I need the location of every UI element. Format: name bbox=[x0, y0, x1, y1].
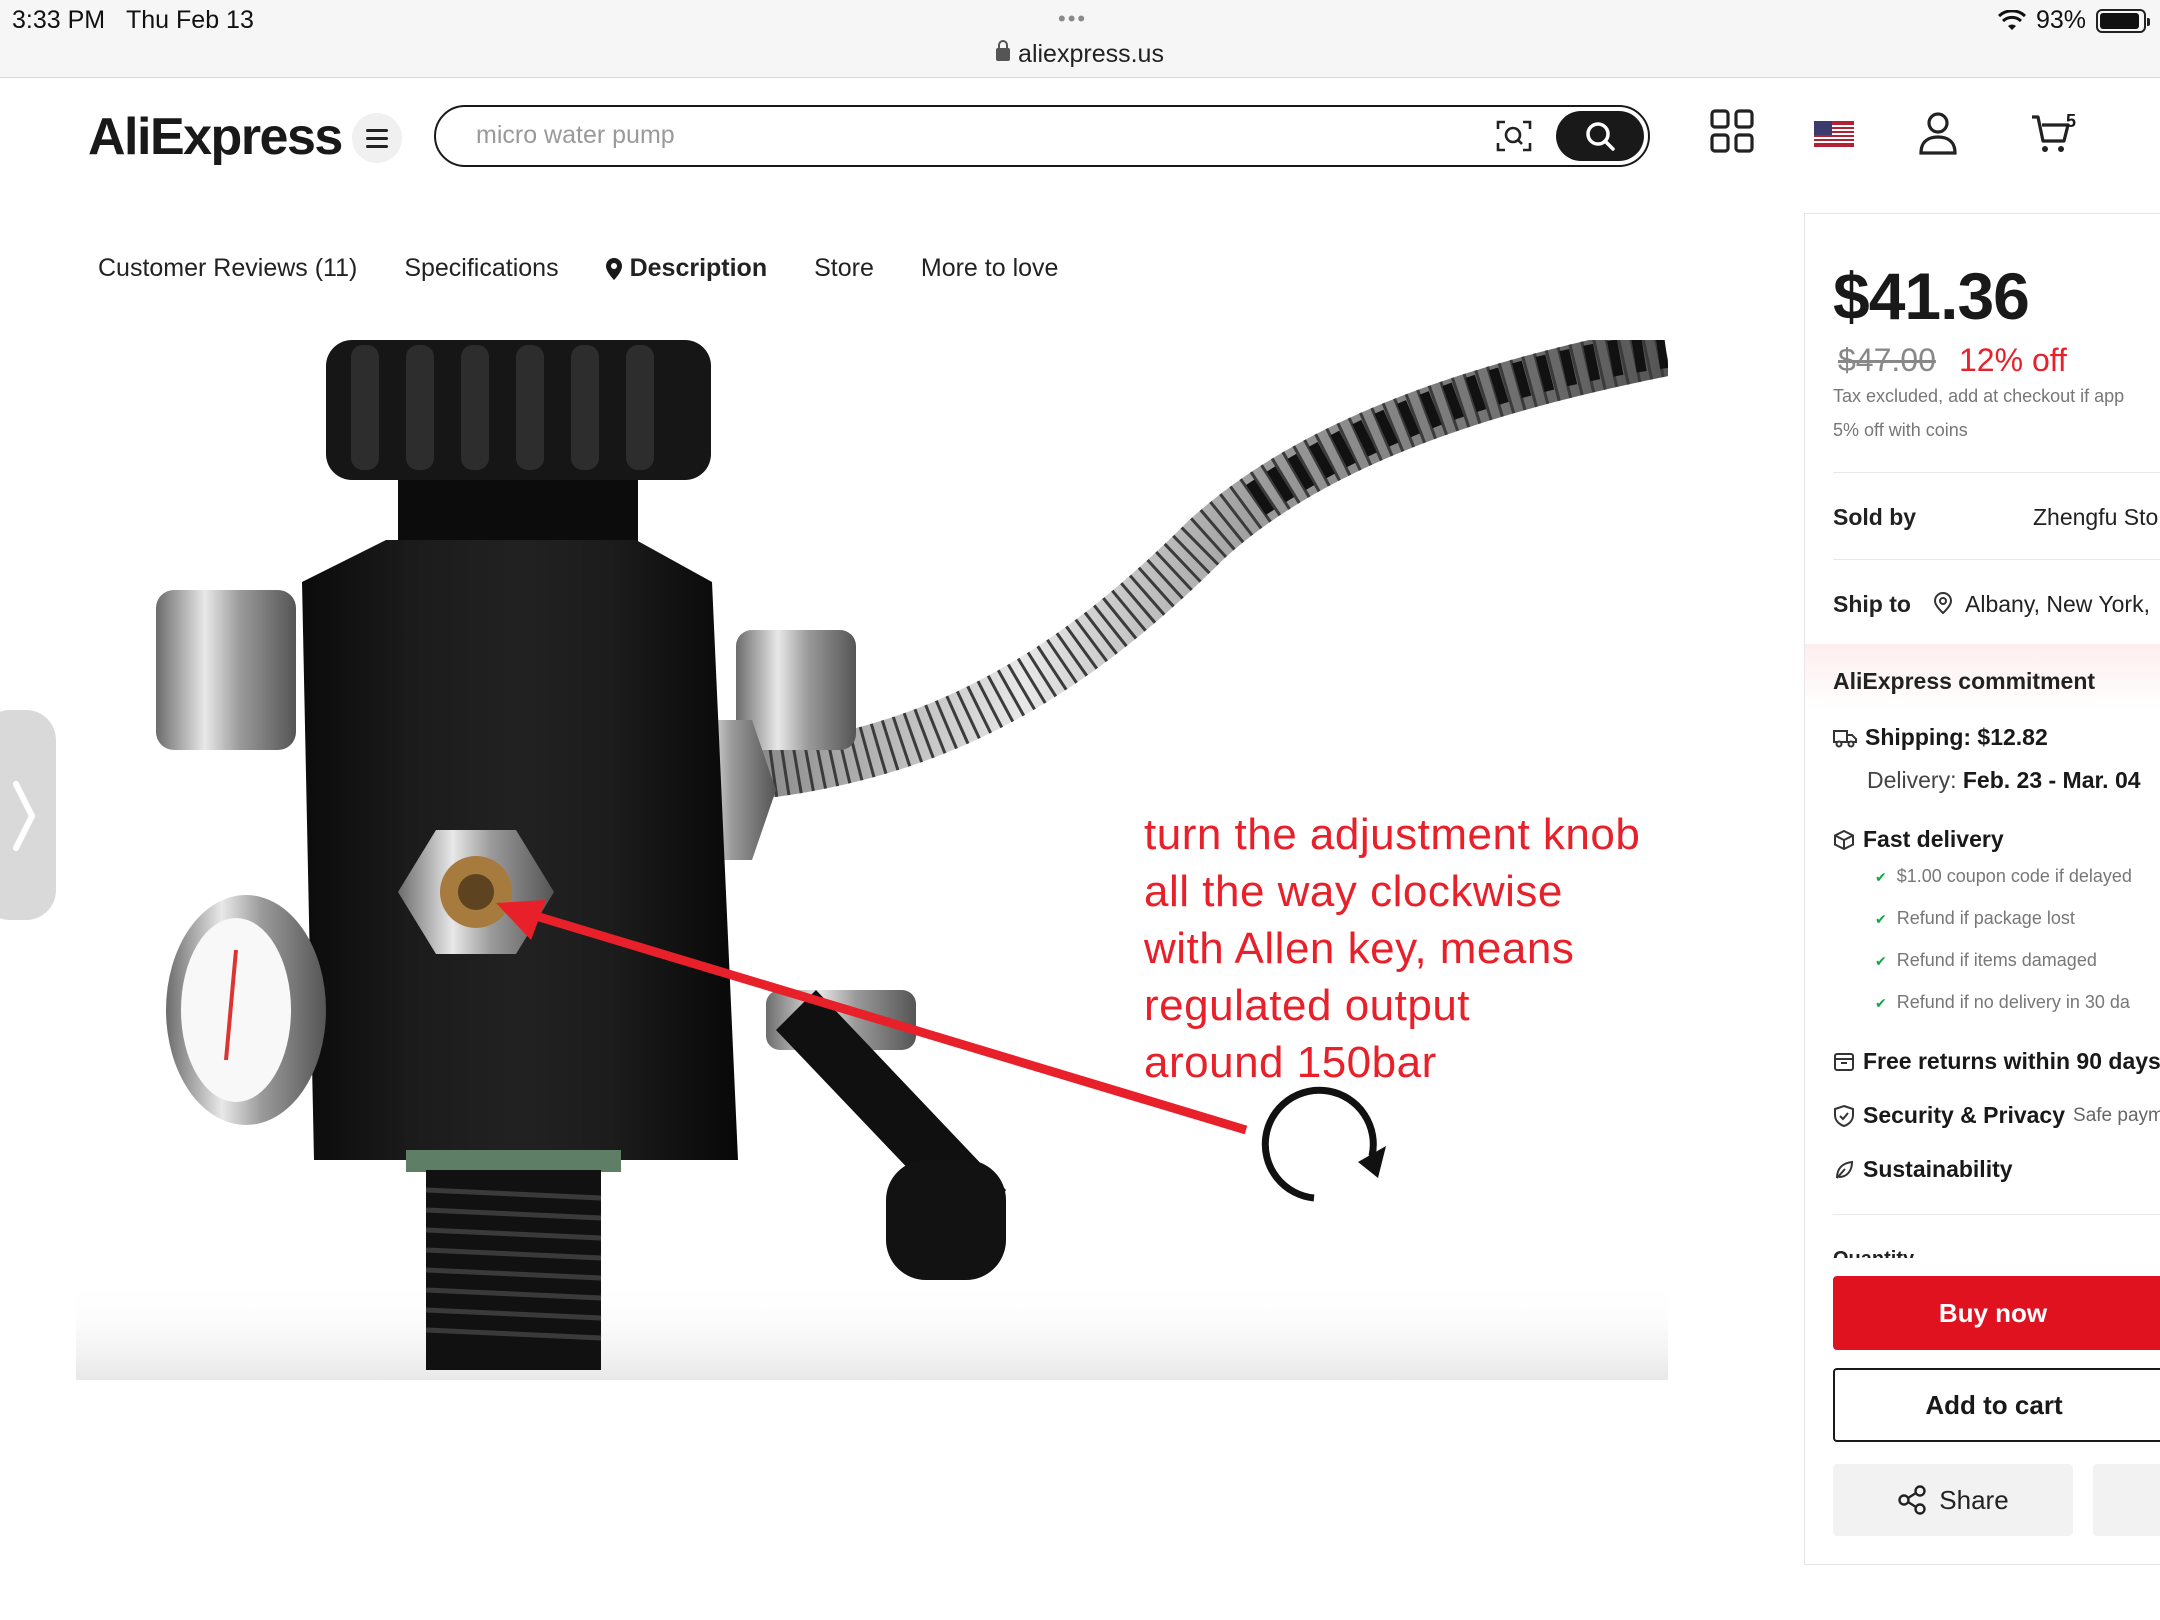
wishlist-button[interactable] bbox=[2093, 1464, 2160, 1536]
ship-to-location[interactable]: Albany, New York, bbox=[1965, 591, 2150, 618]
quantity-label: Quantity bbox=[1833, 1248, 1914, 1258]
delivery-dates: Feb. 23 - Mar. 04 bbox=[1962, 767, 2141, 793]
status-time: 3:33 PM bbox=[12, 6, 106, 34]
purchase-panel: $41.36 $47.00 12% off Tax excluded, add … bbox=[1804, 213, 2160, 1565]
search-input[interactable] bbox=[476, 121, 1376, 150]
security-sub: Safe paym bbox=[2073, 1104, 2160, 1126]
chevron-right-icon bbox=[13, 781, 36, 851]
status-date: Thu Feb 13 bbox=[126, 6, 254, 34]
multitasking-dots[interactable]: ••• bbox=[1058, 6, 1087, 32]
coins-note: 5% off with coins bbox=[1833, 420, 1968, 440]
sustainability-row[interactable]: Sustainability bbox=[1833, 1156, 2013, 1183]
leaf-icon bbox=[1836, 1160, 1854, 1179]
tab-customer-reviews[interactable]: Customer Reviews (11) bbox=[98, 254, 357, 283]
search-bar bbox=[434, 105, 1650, 167]
location-pin-icon bbox=[605, 257, 622, 280]
url-bar[interactable]: aliexpress.us bbox=[0, 40, 2160, 69]
benefit-item: Refund if no delivery in 30 da bbox=[1875, 992, 2130, 1013]
account-icon[interactable] bbox=[1918, 111, 1958, 155]
delivery-label: Delivery: bbox=[1867, 767, 1957, 793]
truck-icon bbox=[1833, 729, 1857, 747]
location-icon bbox=[1933, 591, 1953, 615]
benefit-item: $1.00 coupon code if delayed bbox=[1875, 866, 2132, 887]
divider bbox=[1833, 559, 2160, 560]
divider bbox=[1833, 1214, 2160, 1215]
security-row[interactable]: Security & Privacy Safe paym bbox=[1833, 1102, 2160, 1129]
search-button[interactable] bbox=[1556, 111, 1644, 161]
site-header: AliExpress 5 bbox=[0, 79, 2160, 199]
free-returns-label: Free returns within 90 days bbox=[1863, 1048, 2160, 1074]
share-icon bbox=[1898, 1485, 1926, 1515]
tab-description[interactable]: Description bbox=[605, 254, 767, 283]
product-tabs: Customer Reviews (11) Specifications Des… bbox=[98, 254, 1058, 283]
free-returns-row[interactable]: Free returns within 90 days bbox=[1833, 1048, 2160, 1075]
box-icon bbox=[1834, 829, 1854, 850]
delivery-row: Delivery: Feb. 23 - Mar. 04 bbox=[1867, 767, 2141, 794]
url-text: aliexpress.us bbox=[1018, 40, 1164, 68]
shipping-row: Shipping: $12.82 bbox=[1833, 724, 2048, 751]
ship-to-label: Ship to bbox=[1833, 591, 1911, 617]
status-indicators: 93% bbox=[1997, 6, 2150, 35]
lock-icon bbox=[996, 40, 1011, 61]
fast-delivery-label: Fast delivery bbox=[1863, 826, 2004, 852]
tab-store[interactable]: Store bbox=[814, 254, 874, 283]
us-flag-icon[interactable] bbox=[1814, 121, 1854, 147]
battery-icon bbox=[2096, 8, 2150, 33]
buy-now-button[interactable]: Buy now bbox=[1833, 1276, 2160, 1350]
battery-percent: 93% bbox=[2035, 6, 2086, 34]
seller-name[interactable]: Zhengfu Sto bbox=[2033, 504, 2158, 531]
qr-code-icon[interactable] bbox=[1710, 109, 1754, 153]
side-panel-handle[interactable] bbox=[0, 710, 56, 920]
benefit-item: Refund if items damaged bbox=[1875, 950, 2097, 971]
image-search-icon[interactable] bbox=[1496, 119, 1532, 153]
benefit-item: Refund if package lost bbox=[1875, 908, 2075, 929]
current-price: $41.36 bbox=[1833, 259, 2030, 333]
return-box-icon bbox=[1834, 1052, 1854, 1071]
wifi-icon bbox=[1997, 9, 2026, 30]
shipping-cost: Shipping: $12.82 bbox=[1865, 724, 2048, 750]
tab-specifications[interactable]: Specifications bbox=[404, 254, 558, 283]
share-label: Share bbox=[1939, 1484, 2009, 1515]
fast-delivery-row[interactable]: Fast delivery bbox=[1833, 826, 2004, 853]
sold-by-label: Sold by bbox=[1833, 504, 1917, 530]
discount-label: 12% off bbox=[1959, 342, 2067, 378]
share-button[interactable]: Share bbox=[1833, 1464, 2073, 1536]
add-to-cart-button[interactable]: Add to cart bbox=[1833, 1368, 2160, 1442]
aliexpress-logo[interactable]: AliExpress bbox=[82, 107, 343, 167]
security-label: Security & Privacy bbox=[1863, 1102, 2066, 1128]
search-icon bbox=[1586, 122, 1615, 151]
divider bbox=[1833, 472, 2160, 473]
shield-icon bbox=[1834, 1104, 1854, 1127]
tax-note: Tax excluded, add at checkout if app bbox=[1833, 386, 2125, 406]
commitment-title: AliExpress commitment bbox=[1833, 668, 2096, 694]
menu-button[interactable] bbox=[352, 113, 402, 163]
sustainability-label: Sustainability bbox=[1863, 1156, 2013, 1182]
status-bar: 3:33 PM Thu Feb 13 ••• 93% aliexpress.us bbox=[0, 0, 2160, 78]
tab-more-to-love[interactable]: More to love bbox=[921, 254, 1059, 283]
original-price: $47.00 bbox=[1838, 342, 1936, 378]
cart-count-badge: 5 bbox=[2066, 111, 2077, 131]
product-annotation: turn the adjustment knob all the way clo… bbox=[1144, 810, 1641, 1087]
